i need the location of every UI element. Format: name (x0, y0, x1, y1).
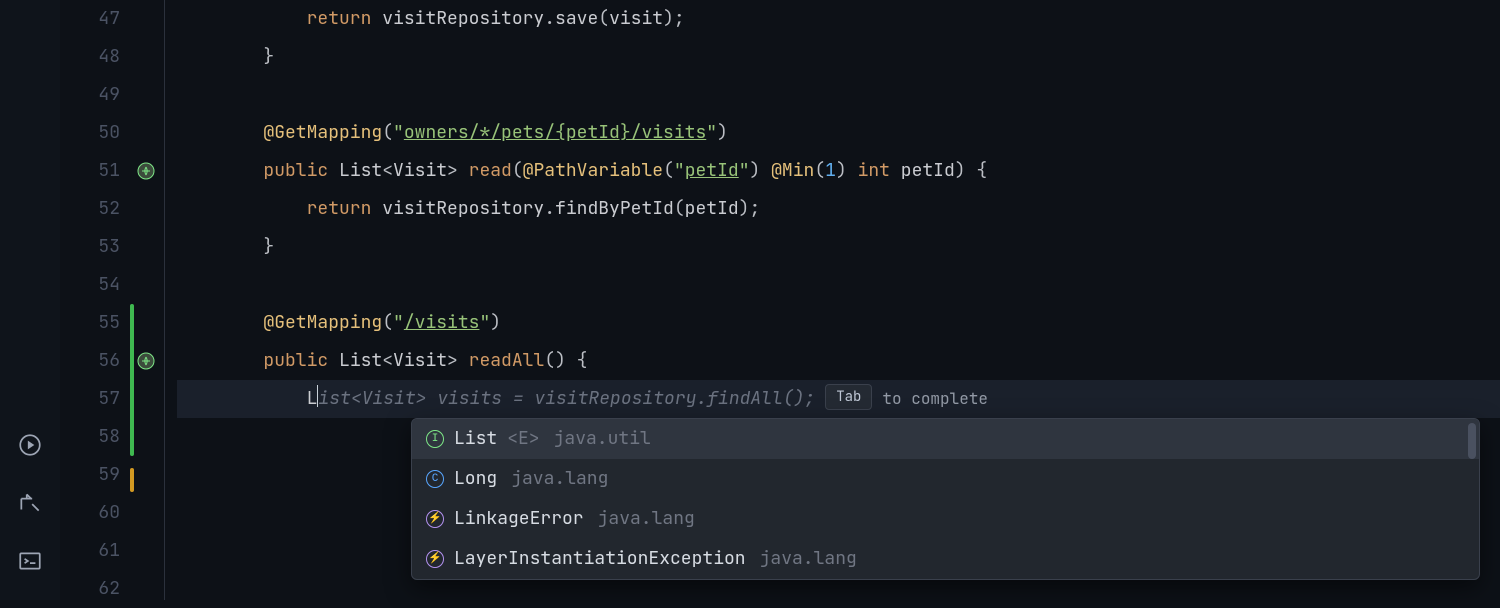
code-line[interactable]: public List<Visit> read(@PathVariable("p… (177, 152, 1500, 190)
code-area[interactable]: return visitRepository.save(visit); } @G… (164, 0, 1500, 600)
code-line[interactable]: return visitRepository.save(visit); (177, 0, 1500, 38)
tool-rail (0, 0, 60, 600)
completion-package: java.lang (598, 499, 695, 539)
vcs-added-marker (130, 304, 134, 456)
line-number: 59 (60, 456, 120, 494)
autocomplete-popup[interactable]: I List <E> java.util C Long java.lang ⚡ LinkageE… (411, 418, 1480, 580)
code-line[interactable] (177, 76, 1500, 114)
line-number: 54 (60, 266, 120, 304)
code-line[interactable]: return visitRepository.findByPetId(petId… (177, 190, 1500, 228)
inline-suggestion: ist<Visit> visits = visitRepository.find… (318, 387, 815, 410)
autocomplete-item[interactable]: C Long java.lang (412, 459, 1479, 499)
line-number: 49 (60, 76, 120, 114)
typed-text: L (307, 387, 318, 410)
completion-generic: <E> (507, 419, 539, 459)
completion-name: LinkageError (454, 499, 584, 539)
completion-name: LayerInstantiationException (454, 539, 746, 579)
vcs-modified-marker (130, 468, 134, 492)
line-number: 60 (60, 494, 120, 532)
completion-package: java.lang (511, 459, 608, 499)
terminal-icon[interactable] (17, 548, 43, 580)
completion-kind-icon: ⚡ (426, 510, 444, 528)
line-number: 47 (60, 0, 120, 38)
code-line[interactable]: } (177, 38, 1500, 76)
line-number: 55 (60, 304, 120, 342)
line-number: 51 (60, 152, 120, 190)
run-icon[interactable] (17, 432, 43, 464)
completion-hint: to complete (882, 388, 988, 409)
code-line-active[interactable]: List<Visit> visits = visitRepository.fin… (177, 380, 1500, 418)
endpoint-icon[interactable] (136, 161, 156, 181)
gutter-marks (130, 0, 164, 600)
line-number: 62 (60, 570, 120, 608)
line-number: 58 (60, 418, 120, 456)
completion-kind-icon: ⚡ (426, 550, 444, 568)
code-line[interactable]: @GetMapping("owners/*/pets/{petId}/visit… (177, 114, 1500, 152)
line-number-gutter: 47484950515253545556575859606162 (60, 0, 130, 600)
autocomplete-item[interactable]: ⚡ LayerInstantiationException java.lang (412, 539, 1479, 579)
code-line[interactable]: } (177, 228, 1500, 266)
popup-scrollbar[interactable] (1468, 423, 1476, 459)
autocomplete-item[interactable]: ⚡ LinkageError java.lang (412, 499, 1479, 539)
code-line[interactable] (177, 266, 1500, 304)
code-line[interactable]: public List<Visit> readAll() { (177, 342, 1500, 380)
code-line[interactable]: @GetMapping("/visits") (177, 304, 1500, 342)
completion-name: List (454, 419, 497, 459)
line-number: 57 (60, 380, 120, 418)
line-number: 61 (60, 532, 120, 570)
line-number: 52 (60, 190, 120, 228)
line-number: 48 (60, 38, 120, 76)
completion-package: java.lang (760, 539, 857, 579)
endpoint-icon[interactable] (136, 351, 156, 371)
completion-kind-icon: I (426, 430, 444, 448)
completion-name: Long (454, 459, 497, 499)
completion-kind-icon: C (426, 470, 444, 488)
line-number: 50 (60, 114, 120, 152)
completion-package: java.util (554, 419, 651, 459)
code-editor[interactable]: 47484950515253545556575859606162 return … (60, 0, 1500, 600)
line-number: 56 (60, 342, 120, 380)
autocomplete-item[interactable]: I List <E> java.util (412, 419, 1479, 459)
tab-key-chip: Tab (825, 384, 872, 410)
line-number: 53 (60, 228, 120, 266)
build-icon[interactable] (17, 490, 43, 522)
